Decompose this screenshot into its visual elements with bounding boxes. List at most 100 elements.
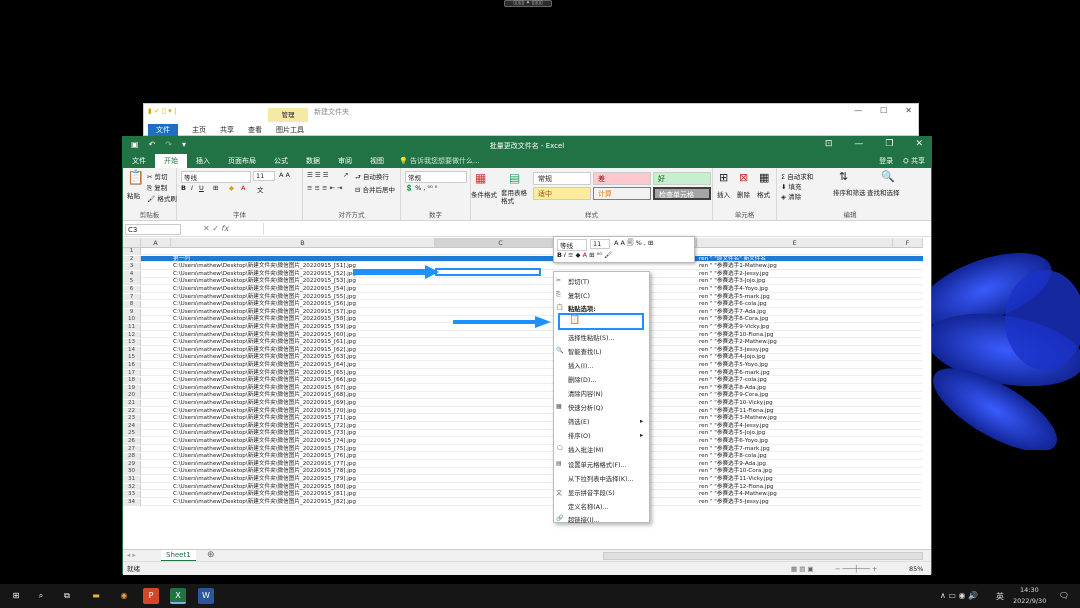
cell-e[interactable]: ren " "参赛选手6-mark.jpg <box>699 370 770 377</box>
explorer-tab-share[interactable]: 共享 <box>220 125 234 135</box>
row-number[interactable]: 30 <box>123 468 141 476</box>
insert-cells-button[interactable]: 插入 <box>717 189 730 199</box>
restore-icon[interactable]: ❐ <box>885 139 893 149</box>
table-row[interactable]: 9 C:\Users\mathew\Desktop\新建文件夹\微信图片_2022… <box>123 308 923 316</box>
font-name-select[interactable]: 等线 <box>181 171 251 183</box>
merge-center-button[interactable]: ⊟ 合并后居中 <box>355 184 395 194</box>
cell-b[interactable]: C:\Users\mathew\Desktop\新建文件夹\微信图片_20220… <box>173 377 356 384</box>
selected-cell-c3[interactable] <box>435 268 541 276</box>
row-number[interactable]: 33 <box>123 491 141 499</box>
table-row[interactable]: 1 <box>123 248 923 255</box>
row-number[interactable]: 31 <box>123 476 141 483</box>
zoom-slider[interactable]: − ───┼─── + <box>835 562 877 576</box>
cell-e[interactable]: ren " "参赛选手9-Ada.jpg <box>699 461 766 468</box>
cell-e[interactable]: ren " "参赛选手5-Jessy.jpg <box>699 499 769 506</box>
col-header-c[interactable]: C <box>435 238 567 248</box>
row-number[interactable]: 25 <box>123 430 141 438</box>
cell-e[interactable]: ren " "参赛选手8-Ada.jpg <box>699 385 766 392</box>
font-color-icon[interactable]: A <box>241 184 245 192</box>
style-neutral[interactable]: 适中 <box>533 187 591 200</box>
cell-b[interactable]: C:\Users\mathew\Desktop\新建文件夹\微信图片_20220… <box>173 476 356 483</box>
horizontal-scrollbar[interactable] <box>603 552 923 560</box>
cell-b[interactable]: C:\Users\mathew\Desktop\新建文件夹\微信图片_20220… <box>173 400 356 407</box>
close-icon[interactable]: ✕ <box>915 139 923 149</box>
style-check-cell[interactable]: 检查单元格 <box>653 187 711 200</box>
table-row[interactable]: 26 C:\Users\mathew\Desktop\新建文件夹\微信图片_202… <box>123 438 923 445</box>
clear-button[interactable]: ◈ 清除 <box>781 191 801 201</box>
tell-me-search[interactable]: 💡 告诉我您想要做什么... <box>399 156 480 166</box>
chrome-icon[interactable]: ◉ <box>116 588 132 604</box>
delete-cells-icon[interactable]: ⊠ <box>739 171 748 184</box>
top-handle[interactable]: ▯▯▯▯ ✦ ▯▯▯▯ <box>504 0 552 7</box>
font-grow-icon[interactable]: A A <box>279 171 290 179</box>
cell-b[interactable]: C:\Users\mathew\Desktop\新建文件夹\微信图片_20220… <box>173 484 356 491</box>
row-number[interactable]: 1 <box>123 248 141 255</box>
cell-e[interactable]: ren " "原文件名" 新文件名 <box>699 256 766 263</box>
cell-e[interactable]: ren " "参赛选手5-Yoyo.jpg <box>699 362 768 369</box>
cell-e[interactable]: ren " "参赛选手4-Yoyo.jpg <box>699 286 768 293</box>
cell-b[interactable]: C:\Users\mathew\Desktop\新建文件夹\微信图片_20220… <box>173 354 356 361</box>
row-number[interactable]: 12 <box>123 331 141 339</box>
mini-font-select[interactable]: 等线 <box>557 239 587 251</box>
row-number[interactable]: 17 <box>123 369 141 377</box>
row-number[interactable]: 34 <box>123 498 141 506</box>
mini-format-icons[interactable]: A A 🗐 % , ⊞ <box>614 239 653 250</box>
table-row[interactable]: 8 C:\Users\mathew\Desktop\新建文件夹\微信图片_2022… <box>123 301 923 309</box>
cell-b[interactable]: C:\Users\mathew\Desktop\新建文件夹\微信图片_20220… <box>173 309 356 316</box>
tray-icons[interactable]: ∧ ▭ ◉ 🔊 <box>940 591 978 600</box>
cell-e[interactable]: ren " "参赛选手3-Mathew.jpg <box>699 415 777 422</box>
cell-b[interactable]: C:\Users\mathew\Desktop\新建文件夹\微信图片_20220… <box>173 294 356 301</box>
autosum-button[interactable]: Σ 自动求和 <box>781 171 813 181</box>
style-bad[interactable]: 差 <box>593 172 651 185</box>
style-good[interactable]: 好 <box>653 172 711 185</box>
table-row[interactable]: 18 C:\Users\mathew\Desktop\新建文件夹\微信图片_202… <box>123 377 923 385</box>
menu-insert-comment[interactable]: 插入批注(M) <box>568 445 604 454</box>
find-select-button[interactable]: 查找和选择 <box>867 187 900 197</box>
row-number[interactable]: 11 <box>123 324 141 331</box>
row-number[interactable]: 5 <box>123 278 141 286</box>
row-number[interactable]: 18 <box>123 377 141 385</box>
manage-tab[interactable]: 管理 <box>268 108 308 122</box>
explorer-tab-file[interactable]: 文件 <box>148 123 178 136</box>
phonetic-icon[interactable]: 文 <box>257 184 264 194</box>
table-row[interactable]: 6 C:\Users\mathew\Desktop\新建文件夹\微信图片_2022… <box>123 286 923 293</box>
row-number[interactable]: 3 <box>123 263 141 271</box>
cell-e[interactable]: ren " "参赛选手10-Vicky.jpg <box>699 400 773 407</box>
table-row[interactable]: 27 C:\Users\mathew\Desktop\新建文件夹\微信图片_202… <box>123 445 923 453</box>
explorer-tab-home[interactable]: 主页 <box>192 125 206 135</box>
close-button[interactable]: ✕ <box>905 106 912 115</box>
italic-button[interactable]: I <box>191 184 193 192</box>
row-number[interactable]: 29 <box>123 460 141 468</box>
table-format-button[interactable]: 套用表格格式 <box>501 189 531 205</box>
cell-b[interactable]: C:\Users\mathew\Desktop\新建文件夹\微信图片_20220… <box>173 324 356 331</box>
worksheet-grid[interactable]: A B C D E F 12第一列原文件名ren " "原文件名" 新文件名3C… <box>123 238 923 549</box>
share-button[interactable]: ⛭ 共享 <box>903 156 925 166</box>
row-number[interactable]: 13 <box>123 339 141 347</box>
tab-review[interactable]: 审阅 <box>329 154 361 168</box>
paste-icon[interactable]: 📋 <box>127 170 144 186</box>
currency-icon[interactable]: 💲 % , ⁰⁰ ⁰ <box>405 184 437 192</box>
row-number[interactable]: 16 <box>123 362 141 369</box>
formula-controls-icon[interactable]: ✕ ✓ fx <box>203 224 229 233</box>
menu-clear-contents[interactable]: 清除内容(N) <box>568 389 603 398</box>
cell-b[interactable]: C:\Users\mathew\Desktop\新建文件夹\微信图片_20220… <box>173 499 356 506</box>
conditional-format-button[interactable]: 条件格式 <box>471 189 497 199</box>
login-link[interactable]: 登录 <box>879 156 893 166</box>
table-row[interactable]: 15 C:\Users\mathew\Desktop\新建文件夹\微信图片_202… <box>123 354 923 362</box>
cell-e[interactable]: ren " "参赛选手5-mark.jpg <box>699 294 770 301</box>
style-normal[interactable]: 常规 <box>533 172 591 185</box>
clock-time[interactable]: 14:30 <box>1020 586 1039 594</box>
cell-b[interactable]: C:\Users\mathew\Desktop\新建文件夹\微信图片_20220… <box>173 385 356 392</box>
cell-e[interactable]: ren " "参赛选手5-Jojo.jpg <box>699 430 765 437</box>
tab-page-layout[interactable]: 页面布局 <box>219 154 265 168</box>
cell-e[interactable]: ren " "参赛选手9-Cora.jpg <box>699 392 768 399</box>
menu-cut[interactable]: 剪切(T) <box>568 277 589 286</box>
table-row[interactable]: 33 C:\Users\mathew\Desktop\新建文件夹\微信图片_202… <box>123 491 923 499</box>
table-row[interactable]: 21 C:\Users\mathew\Desktop\新建文件夹\微信图片_202… <box>123 400 923 407</box>
minimize-button[interactable]: — <box>854 106 862 115</box>
cell-b[interactable]: C:\Users\mathew\Desktop\新建文件夹\微信图片_20220… <box>173 286 356 293</box>
table-row[interactable]: 19 C:\Users\mathew\Desktop\新建文件夹\微信图片_202… <box>123 384 923 392</box>
tab-formulas[interactable]: 公式 <box>265 154 297 168</box>
ribbon-display-icon[interactable]: ⊡ <box>825 139 833 149</box>
clock-date[interactable]: 2022/9/30 <box>1013 597 1046 605</box>
